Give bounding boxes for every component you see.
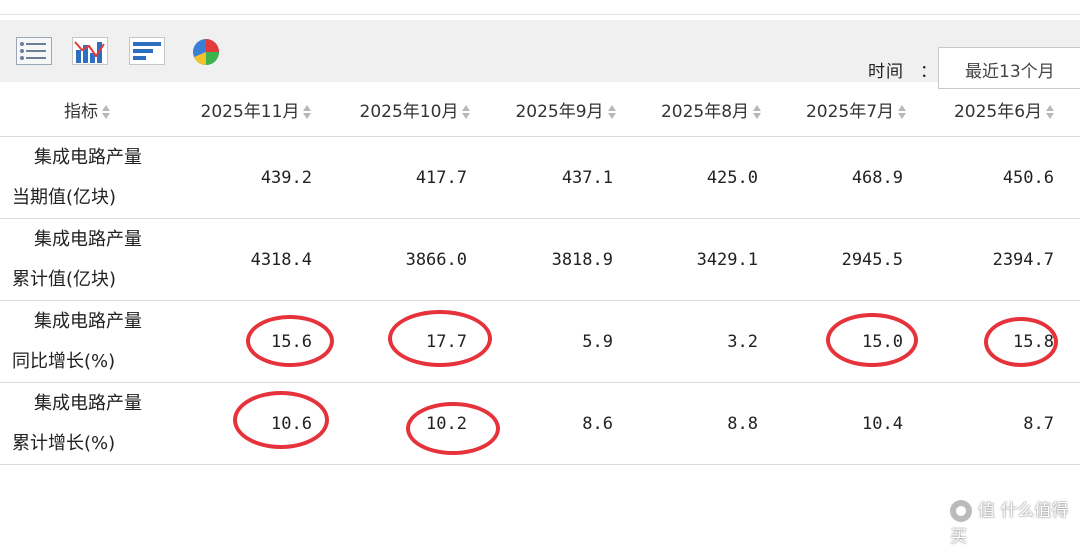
value-cell: 8.6 (493, 382, 639, 465)
value-cell-highlighted: 15.8 (929, 300, 1080, 383)
pie-view-icon[interactable] (189, 36, 225, 66)
time-colon: ： (920, 62, 937, 82)
value-cell: 10.4 (784, 382, 929, 465)
value-cell: 437.1 (493, 136, 639, 219)
header-2025-11[interactable]: 2025年11月 (175, 82, 338, 137)
header-2025-10[interactable]: 2025年10月 (338, 82, 493, 137)
header-2025-09[interactable]: 2025年9月 (493, 82, 639, 137)
value-cell: 5.9 (493, 300, 639, 383)
header-2025-07[interactable]: 2025年7月 (784, 82, 929, 137)
value-cell: 8.8 (639, 382, 784, 465)
sort-icon[interactable] (753, 104, 762, 120)
value-cell: 450.6 (929, 136, 1080, 219)
indicator-cell: 集成电路产量 当期值(亿块) (0, 136, 175, 219)
watermark: 值 什么值得买 (950, 500, 1069, 547)
value-cell: 3818.9 (493, 218, 639, 301)
value-cell: 3.2 (639, 300, 784, 383)
list-view-icon[interactable] (16, 36, 52, 66)
table-row: 集成电路产量 当期值(亿块) 439.2 417.7 437.1 425.0 46… (0, 136, 1080, 219)
indicator-cell: 集成电路产量 累计增长(%) (0, 382, 175, 465)
value-cell-highlighted: 17.7 (338, 300, 493, 383)
chart-view-icon[interactable] (72, 36, 108, 66)
header-2025-08[interactable]: 2025年8月 (639, 82, 784, 137)
header-indicator[interactable]: 指标 (0, 82, 175, 137)
table-header-row: 指标 2025年11月 2025年10月 2025年9月 2025年8月 202… (0, 82, 1080, 137)
table-row: 集成电路产量 累计值(亿块) 4318.4 3866.0 3818.9 3429.… (0, 218, 1080, 301)
time-range-value: 最近13个月 (965, 62, 1055, 82)
value-cell: 8.7 (929, 382, 1080, 465)
value-cell-highlighted: 10.6 (175, 382, 338, 465)
indicator-cell: 集成电路产量 累计值(亿块) (0, 218, 175, 301)
value-cell-highlighted: 10.2 (338, 382, 500, 465)
value-cell: 2394.7 (929, 218, 1080, 301)
top-divider (0, 14, 1080, 15)
sort-icon[interactable] (898, 104, 907, 120)
value-cell: 2945.5 (784, 218, 929, 301)
value-cell: 3429.1 (639, 218, 784, 301)
sort-icon[interactable] (462, 104, 471, 120)
value-cell-highlighted: 15.6 (175, 300, 338, 383)
data-table: 指标 2025年11月 2025年10月 2025年9月 2025年8月 202… (0, 82, 1080, 465)
table-row: 集成电路产量 同比增长(%) 15.6 17.7 5.9 3.2 15.0 15.… (0, 300, 1080, 383)
sort-icon[interactable] (607, 104, 617, 120)
sort-icon[interactable] (303, 104, 312, 120)
watermark-logo-icon (950, 500, 972, 522)
value-cell: 4318.4 (175, 218, 338, 301)
time-label: 时间 (868, 62, 904, 82)
value-cell: 468.9 (784, 136, 929, 219)
value-cell: 417.7 (338, 136, 493, 219)
value-cell: 425.0 (639, 136, 784, 219)
value-cell: 3866.0 (338, 218, 493, 301)
indicator-cell: 集成电路产量 同比增长(%) (0, 300, 175, 383)
toolbar: 时间 ： 最近13个月 (0, 20, 1080, 89)
sort-icon[interactable] (102, 104, 111, 120)
header-2025-06[interactable]: 2025年6月 (929, 82, 1080, 137)
value-cell: 439.2 (175, 136, 338, 219)
value-cell-highlighted: 15.0 (784, 300, 929, 383)
sort-icon[interactable] (1046, 104, 1055, 120)
table-row: 集成电路产量 累计增长(%) 10.6 10.2 8.6 8.8 10.4 8.7 (0, 382, 1080, 465)
bar-view-icon[interactable] (129, 36, 165, 66)
